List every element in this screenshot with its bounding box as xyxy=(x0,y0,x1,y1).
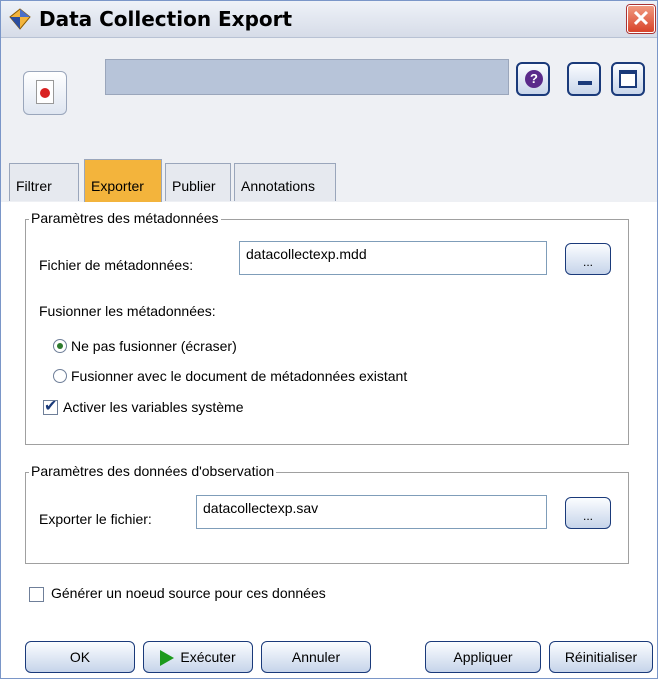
metadata-browse-button[interactable]: ... xyxy=(565,243,611,275)
generate-source-checkbox[interactable] xyxy=(29,587,44,602)
generate-source-label: Générer un noeud source pour ces données xyxy=(51,585,326,601)
tab-publier[interactable]: Publier xyxy=(165,163,231,201)
play-icon xyxy=(160,650,175,667)
no-merge-radio[interactable] xyxy=(53,339,67,353)
export-node-icon xyxy=(23,71,67,115)
title-bar[interactable]: Data Collection Export ✕ xyxy=(1,1,657,38)
merge-existing-label: Fusionner avec le document de métadonnée… xyxy=(71,368,408,384)
merge-metadata-label: Fusionner les métadonnées: xyxy=(39,303,216,319)
close-button[interactable]: ✕ xyxy=(627,5,655,33)
tab-label: Filtrer xyxy=(16,178,52,194)
tab-label: Exporter xyxy=(91,178,144,194)
case-group-title: Paramètres des données d'observation xyxy=(29,463,277,479)
export-file-input[interactable]: datacollectexp.sav xyxy=(196,495,547,529)
tab-label: Publier xyxy=(172,178,216,194)
red-dot-icon xyxy=(40,88,50,98)
tab-annotations[interactable]: Annotations xyxy=(234,163,336,201)
node-name-field[interactable] xyxy=(105,59,509,95)
merge-existing-radio[interactable] xyxy=(53,369,67,383)
tab-exporter[interactable]: Exporter xyxy=(84,159,162,202)
apply-button[interactable]: Appliquer xyxy=(425,641,541,673)
app-diamond-icon xyxy=(9,8,31,30)
export-file-label: Exporter le fichier: xyxy=(39,511,152,527)
maximize-button[interactable] xyxy=(611,62,645,96)
run-button[interactable]: Exécuter xyxy=(143,641,253,673)
help-button[interactable]: ? xyxy=(516,62,550,96)
metadata-file-label: Fichier de métadonnées: xyxy=(39,257,194,273)
help-icon: ? xyxy=(525,70,543,88)
ok-button[interactable]: OK xyxy=(25,641,135,673)
dialog-window: Data Collection Export ✕ ? Filtrer Expor… xyxy=(0,0,658,679)
system-variables-label: Activer les variables système xyxy=(63,399,244,415)
minimize-button[interactable] xyxy=(567,62,601,96)
reset-button[interactable]: Réinitialiser xyxy=(549,641,653,673)
metadata-file-input[interactable]: datacollectexp.mdd xyxy=(239,241,547,275)
export-browse-button[interactable]: ... xyxy=(565,497,611,529)
no-merge-label: Ne pas fusionner (écraser) xyxy=(71,338,237,354)
window-title: Data Collection Export xyxy=(39,7,293,31)
tab-filtrer[interactable]: Filtrer xyxy=(9,163,79,201)
tab-label: Annotations xyxy=(241,178,315,194)
system-variables-checkbox[interactable] xyxy=(43,396,58,416)
cancel-button[interactable]: Annuler xyxy=(261,641,371,673)
metadata-group-title: Paramètres des métadonnées xyxy=(29,210,221,226)
close-icon: ✕ xyxy=(631,6,651,31)
run-button-label: Exécuter xyxy=(180,649,236,665)
